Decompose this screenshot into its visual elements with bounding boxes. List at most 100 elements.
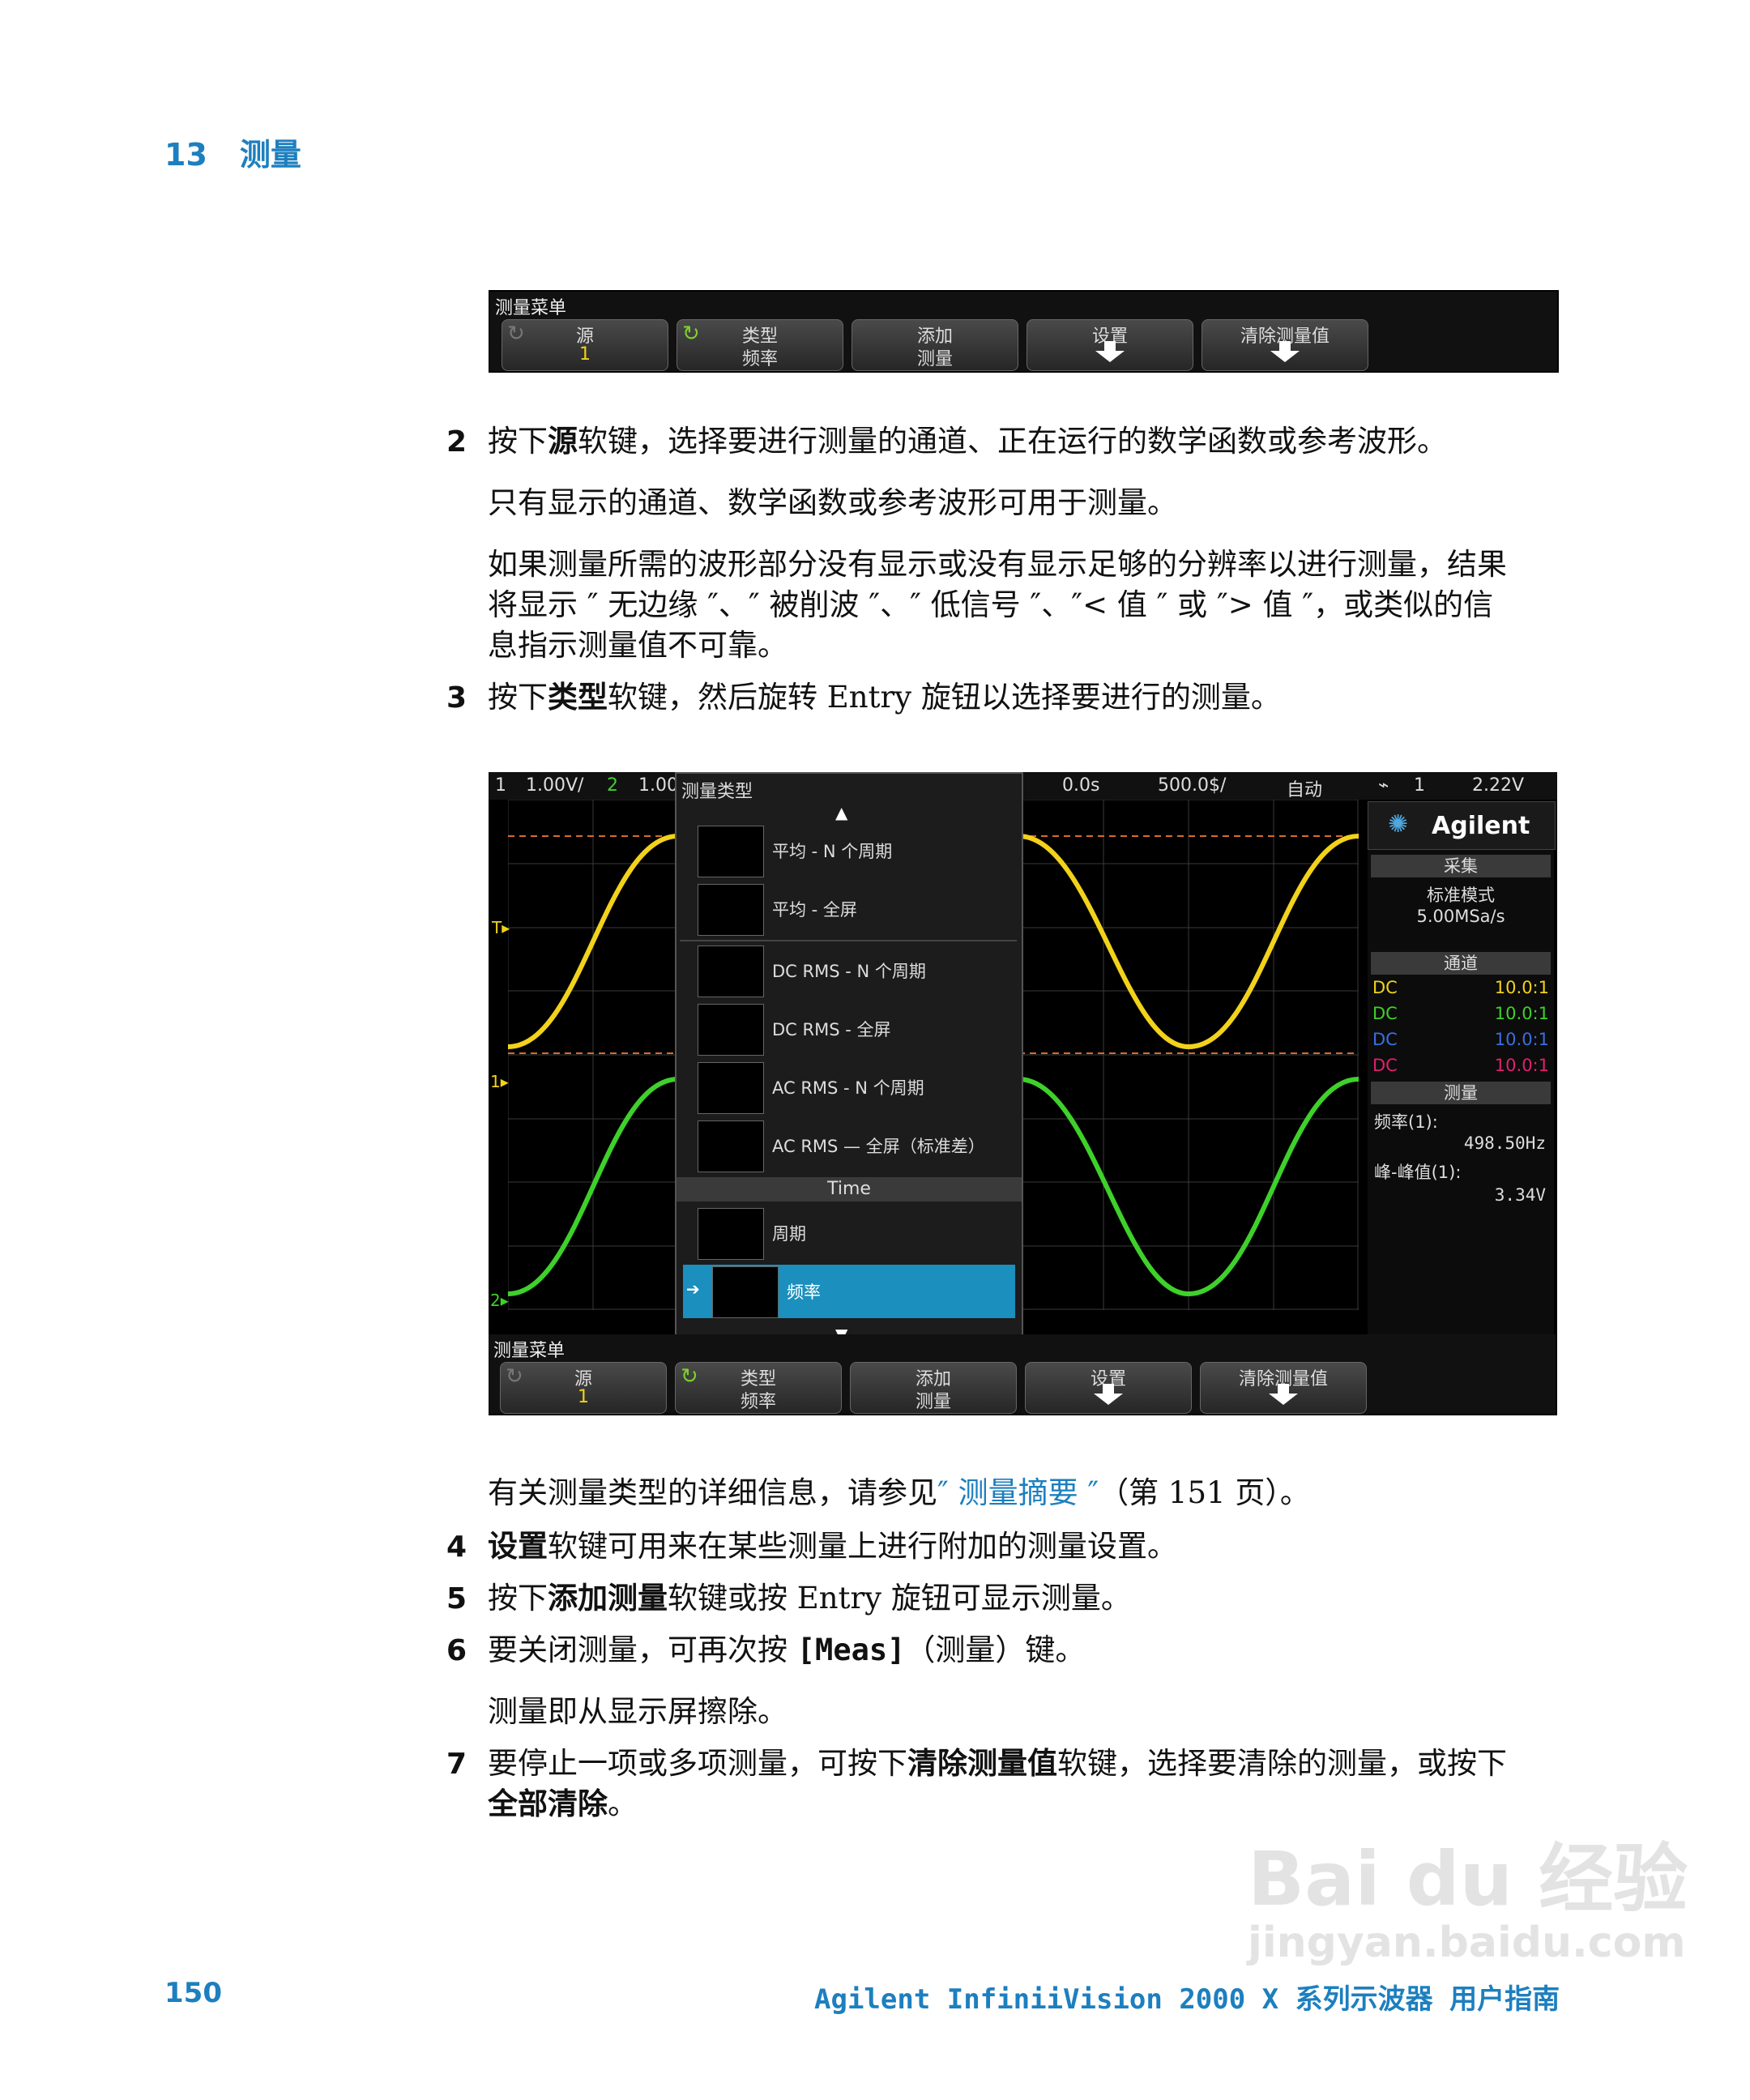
menu-item-label: AC RMS — 全屏（标准差） [772,1137,985,1156]
trigger-marker-icon: T▸ [492,918,510,937]
step-7-text: 要停止一项或多项测量，可按下清除测量值软键，选择要清除的测量，或按下 全部清除。 [488,1744,1606,1825]
book-title: Agilent InfiniiVision 2000 X 系列示波器 用户指南 [814,1983,1560,2016]
ch1-ground-marker-icon: 1▸ [490,1072,509,1091]
softkey-value: 1 [578,1387,589,1407]
measurement-1-label: 频率(1): [1374,1112,1438,1132]
measurement-2-value: 3.34V [1494,1185,1546,1205]
softkey-type[interactable]: ↻ 类型 频率 [675,1362,842,1414]
text: 有关测量类型的详细信息，请参见 [488,1475,937,1510]
ch2-ground-marker-icon: 2▸ [490,1291,509,1310]
text: （第 151 页）。 [1099,1475,1310,1510]
measurement-header: 测量 [1371,1082,1551,1104]
text: 软键，选择要进行测量的通道、正在运行的数学函数或参考波形。 [578,424,1447,459]
time-scale: 500.0$/ [1158,775,1227,796]
ch2-scale: 1.00 [638,775,678,796]
step-4-text: 设置软键可用来在某些测量上进行附加的测量设置。 [488,1526,1177,1567]
softkey-settings[interactable]: 设置 [1027,319,1193,371]
paragraph-2-line-1: 如果测量所需的波形部分没有显示或没有显示足够的分辨率以进行测量，结果 [488,547,1507,582]
softkey-add-measurement[interactable]: 添加 测量 [850,1362,1017,1414]
menu-item-label: 平均 - N 个周期 [772,842,893,861]
chapter-number: 13 [164,137,207,173]
reference-paragraph: 有关测量类型的详细信息，请参见″ 测量摘要 ″（第 151 页）。 [488,1473,1310,1513]
ch4-coupling: DC [1372,1056,1398,1075]
text: （测量）键。 [905,1633,1086,1667]
softkey-add-measurement[interactable]: 添加 测量 [852,319,1018,371]
step-6-text: 要关闭测量，可再次按 [Meas]（测量）键。 [488,1630,1085,1671]
menu-item-frequency[interactable]: ➔ 频率 [683,1265,1015,1318]
arrow-down-icon [1269,1384,1298,1405]
ch1-probe: 10.0:1 [1494,978,1549,997]
scroll-up-icon[interactable]: ▲ [835,803,847,822]
dc-rms-fs-icon [698,1004,764,1056]
step-5-text: 按下添加测量软键或按 Entry 旋钮可显示测量。 [488,1578,1131,1619]
softkey-type[interactable]: ↻ 类型 频率 [677,319,843,371]
arrow-down-icon [1094,1384,1123,1405]
measurement-1-value: 498.50Hz [1463,1133,1546,1153]
ac-rms-cycle-icon [698,1062,764,1114]
cross-reference-link[interactable]: ″ 测量摘要 ″ [937,1475,1099,1510]
text: 软键，选择要清除的测量，或按下 [1057,1746,1507,1781]
softkey-value: 测量 [915,1392,951,1412]
softkey-clear-measurements[interactable]: 清除测量值 [1200,1362,1367,1414]
step-2-text: 按下源软键，选择要进行测量的通道、正在运行的数学函数或参考波形。 [488,421,1606,462]
channel-header: 通道 [1371,952,1551,975]
softkey-value: 1 [579,344,591,365]
step-3: 3 [446,677,467,719]
trigger-level: 2.22V [1472,775,1525,796]
bold-term: 全部清除 [488,1786,608,1821]
acquisition-header: 采集 [1371,855,1551,877]
ch2-coupling: DC [1372,1004,1398,1023]
paragraph-1: 只有显示的通道、数学函数或参考波形可用于测量。 [488,485,1177,520]
agilent-logo-icon: ✺ [1388,810,1409,839]
watermark: Bai du 经验 jingyan.baidu.com [1248,1839,1688,1966]
menu-title: 测量类型 [681,782,753,802]
text: 软键或按 Entry 旋钮可显示测量。 [668,1581,1131,1616]
menu-item-average-full-screen[interactable]: 平均 - 全屏 [683,882,1015,936]
bold-term: 添加测量 [548,1581,668,1616]
menu-item-label: DC RMS - 全屏 [772,1020,891,1039]
menu-item-ac-rms-full-screen[interactable]: AC RMS — 全屏（标准差） [683,1119,1015,1172]
ch2-number: 2 [607,775,618,796]
text: 要关闭测量，可再次按 [488,1633,797,1667]
step-number: 7 [446,1748,467,1781]
text: 按下 [488,680,548,715]
step-4: 4 [446,1526,467,1568]
softkey-clear-measurements[interactable]: 清除测量值 [1202,319,1368,371]
bold-term: 源 [548,424,578,459]
watermark-line-2: jingyan.baidu.com [1248,1919,1686,1967]
menu-item-dc-rms-full-screen[interactable]: DC RMS - 全屏 [683,1002,1015,1056]
menu-item-average-n-cycles[interactable]: 平均 - N 个周期 [683,824,1015,877]
text: 要停止一项或多项测量，可按下 [488,1746,907,1781]
step-3-text: 按下类型软键，然后旋转 Entry 旋钮以选择要进行的测量。 [488,677,1281,718]
measurement-2-label: 峰-峰值(1): [1374,1163,1462,1182]
softkey-source[interactable]: ↻ 源 1 [500,1362,667,1414]
chapter-title: 测量 [239,137,301,173]
average-cycle-icon [698,826,764,877]
trigger-source: 1 [1414,775,1425,796]
softkey-menu-title: 测量菜单 [493,1341,566,1361]
menu-item-ac-rms-n-cycles[interactable]: AC RMS - N 个周期 [683,1061,1015,1114]
step-number: 3 [446,681,467,715]
divider [680,940,1017,941]
softkey-bar-top: 测量菜单 ↻ 源 1 ↻ 类型 频率 添加 测量 设置 清除测量值 [489,290,1559,373]
arrow-down-icon [1270,341,1300,362]
menu-item-label: DC RMS - N 个周期 [772,962,926,981]
paragraph-3: 测量即从显示屏擦除。 [488,1694,788,1729]
bold-term: [Meas] [796,1633,906,1667]
ch2-probe: 10.0:1 [1494,1004,1549,1023]
measurement-type-menu[interactable]: 测量类型 ▲ 平均 - N 个周期 平均 - 全屏 DC RMS - N 个周期… [675,772,1023,1351]
trigger-mode: 自动 [1287,780,1323,800]
softkey-settings[interactable]: 设置 [1025,1362,1192,1414]
average-fs-icon [698,884,764,936]
paragraph-2-line-3: 息指示测量值不可靠。 [488,628,788,663]
brand-name: Agilent [1432,812,1530,840]
softkey-bar-bottom: 测量菜单 ↻ 源 1 ↻ 类型 频率 添加 测量 设置 清除测量值 [489,1334,1556,1414]
menu-item-label: 周期 [772,1224,806,1244]
softkey-source[interactable]: ↻ 源 1 [502,319,668,371]
text: 软键，然后旋转 Entry 旋钮以选择要进行的测量。 [608,680,1281,715]
menu-item-period[interactable]: 周期 [683,1206,1015,1260]
bold-term: 设置 [488,1529,548,1564]
menu-item-label: AC RMS - N 个周期 [772,1078,924,1098]
ch1-coupling: DC [1372,978,1398,997]
menu-item-dc-rms-n-cycles[interactable]: DC RMS - N 个周期 [683,944,1015,997]
